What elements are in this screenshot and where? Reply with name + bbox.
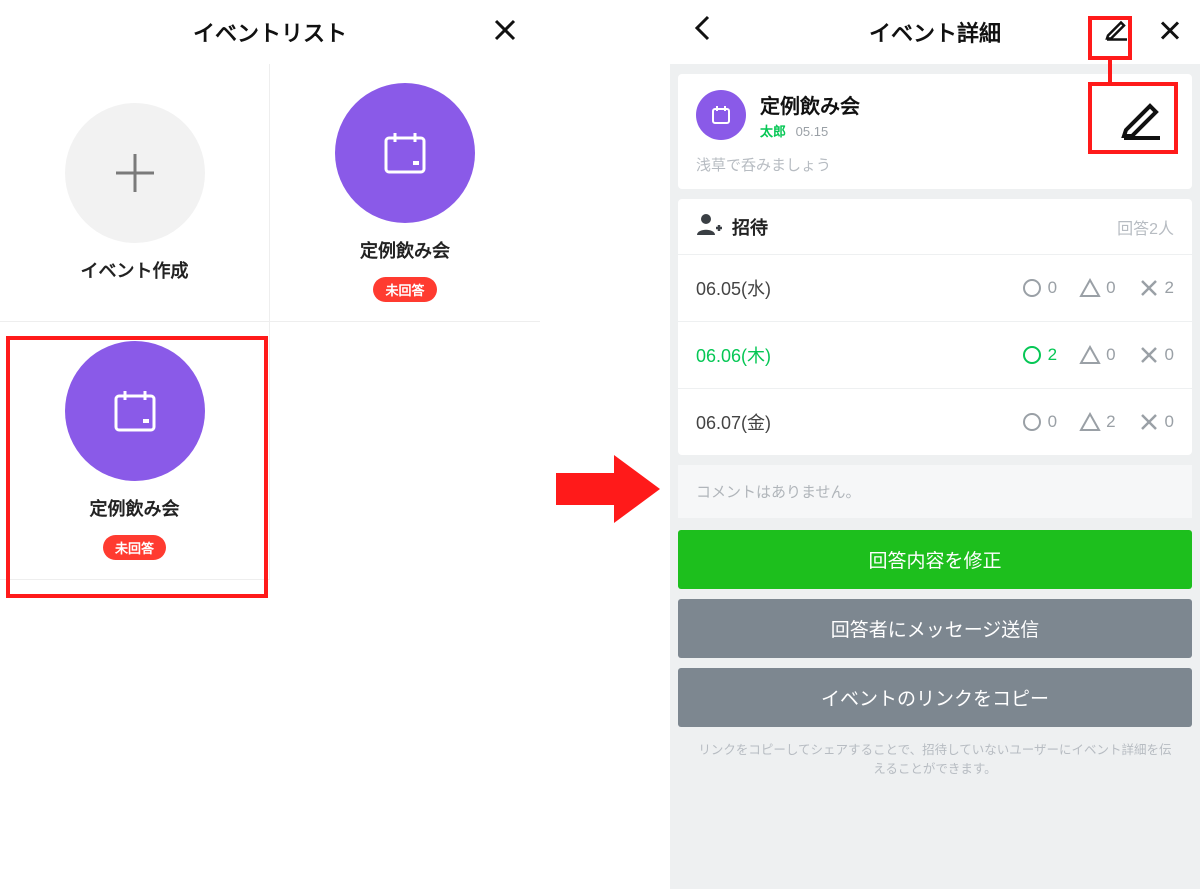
tile-label: 定例飲み会 — [90, 495, 180, 521]
event-meta: 太郎 05.15 — [760, 121, 860, 140]
arrow-icon — [556, 455, 660, 523]
person-add-icon — [696, 213, 722, 240]
edit-button-large[interactable] — [1112, 88, 1172, 148]
vote-yes: 0 — [1021, 411, 1057, 433]
no-comments-text: コメントはありません。 — [678, 465, 1192, 518]
tile-label: 定例飲み会 — [360, 237, 450, 263]
vote-no: 0 — [1138, 344, 1174, 366]
close-button[interactable] — [494, 16, 516, 48]
x-icon — [1138, 277, 1160, 299]
circle-icon — [1021, 411, 1043, 433]
event-description: 浅草で呑みましょう — [696, 154, 1174, 175]
header-right: イベント詳細 — [670, 0, 1200, 64]
screen-event-list: イベントリスト イベント作成 定例飲み会 未回答 — [0, 0, 540, 889]
tile-empty — [270, 322, 540, 580]
vote-counts: 200 — [1021, 344, 1174, 366]
header-left: イベントリスト — [0, 0, 540, 64]
action-buttons: 回答内容を修正 回答者にメッセージ送信 イベントのリンクをコピー — [670, 518, 1200, 735]
edit-button-small[interactable] — [1104, 16, 1130, 49]
tile-event-2[interactable]: 定例飲み会 未回答 — [0, 322, 270, 580]
event-created-date: 05.15 — [796, 124, 829, 139]
send-message-button[interactable]: 回答者にメッセージ送信 — [678, 599, 1192, 658]
date-option-row[interactable]: 06.05(水) 00 2 — [678, 255, 1192, 322]
x-icon — [1138, 344, 1160, 366]
copy-link-hint: リンクをコピーしてシェアすることで、招待していないユーザーにイベント詳細を伝える… — [670, 735, 1200, 799]
circle-icon — [1021, 277, 1043, 299]
date-option-row[interactable]: 06.07(金)020 — [678, 389, 1192, 455]
vote-yes: 0 — [1021, 277, 1057, 299]
page-title: イベント詳細 — [869, 16, 1001, 48]
vote-counts: 020 — [1021, 411, 1174, 433]
vote-maybe: 0 — [1079, 344, 1115, 366]
status-badge: 未回答 — [373, 277, 436, 302]
event-header-card: 定例飲み会 太郎 05.15 浅草で呑みましょう — [678, 74, 1192, 189]
tile-label: イベント作成 — [81, 257, 189, 283]
triangle-icon — [1079, 277, 1101, 299]
invite-label: 招待 — [732, 214, 768, 240]
date-label: 06.07(金) — [696, 409, 771, 435]
edit-answer-button[interactable]: 回答内容を修正 — [678, 530, 1192, 589]
answer-count: 回答2人 — [1117, 215, 1174, 239]
vote-maybe: 2 — [1079, 411, 1115, 433]
close-button[interactable] — [1160, 17, 1180, 48]
back-button[interactable] — [694, 15, 710, 49]
circle-icon — [1021, 344, 1043, 366]
date-label: 06.06(木) — [696, 342, 771, 368]
event-author: 太郎 — [760, 124, 786, 139]
calendar-icon — [65, 341, 205, 481]
plus-icon — [65, 103, 205, 243]
invite-row[interactable]: 招待 回答2人 — [678, 199, 1192, 255]
tile-event-1[interactable]: 定例飲み会 未回答 — [270, 64, 540, 322]
tile-create-event[interactable]: イベント作成 — [0, 64, 270, 322]
triangle-icon — [1079, 344, 1101, 366]
vote-yes: 2 — [1021, 344, 1057, 366]
triangle-icon — [1079, 411, 1101, 433]
x-icon — [1138, 411, 1160, 433]
screen-event-detail: イベント詳細 定例飲み会 太郎 05.15 — [670, 0, 1200, 889]
event-title: 定例飲み会 — [760, 90, 860, 119]
vote-counts: 00 2 — [1021, 277, 1174, 299]
copy-link-button[interactable]: イベントのリンクをコピー — [678, 668, 1192, 727]
calendar-icon — [335, 83, 475, 223]
page-title: イベントリスト — [193, 16, 347, 48]
vote-no: 2 — [1138, 277, 1174, 299]
vote-no: 0 — [1138, 411, 1174, 433]
status-badge: 未回答 — [103, 535, 166, 560]
calendar-icon — [696, 90, 746, 140]
date-label: 06.05(水) — [696, 275, 771, 301]
vote-maybe: 0 — [1079, 277, 1115, 299]
dates-card: 招待 回答2人 06.05(水)00206.06(木)20006.07(金)02… — [678, 199, 1192, 455]
date-option-row[interactable]: 06.06(木)200 — [678, 322, 1192, 389]
